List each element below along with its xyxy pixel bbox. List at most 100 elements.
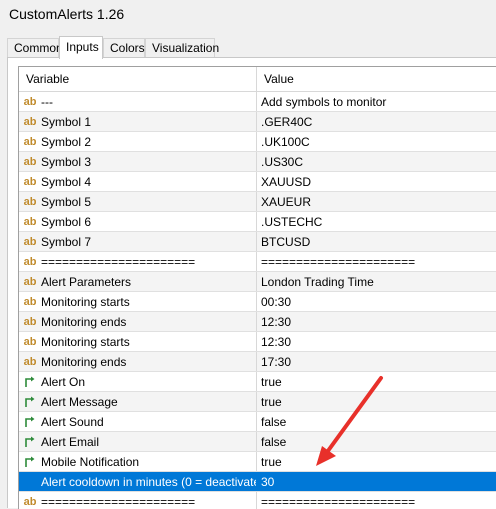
variable-cell[interactable]: ab Symbol 4 — [19, 172, 257, 191]
string-type-icon: ab — [23, 155, 37, 168]
variable-cell[interactable]: ab Monitoring ends — [19, 312, 257, 331]
variable-cell[interactable]: ab --- — [19, 92, 257, 111]
value-cell[interactable]: XAUUSD — [257, 172, 496, 191]
table-row[interactable]: ab Symbol 6 .USTECHC — [19, 212, 496, 232]
value-cell[interactable]: ====================== — [257, 252, 496, 271]
variable-cell[interactable]: ab ====================== — [19, 252, 257, 271]
variable-name: Symbol 5 — [41, 194, 92, 209]
value-cell[interactable]: true — [257, 372, 496, 391]
variable-cell[interactable]: ab Symbol 6 — [19, 212, 257, 231]
value-cell[interactable]: 12:30 — [257, 312, 496, 331]
tab-colors[interactable]: Colors — [103, 38, 145, 57]
string-type-icon: ab — [23, 315, 37, 328]
table-row[interactable]: Mobile Notification true — [19, 452, 496, 472]
variable-cell[interactable]: ab Symbol 3 — [19, 152, 257, 171]
variable-cell[interactable]: ab Symbol 2 — [19, 132, 257, 151]
string-type-icon: ab — [23, 235, 37, 248]
table-row[interactable]: Alert Sound false — [19, 412, 496, 432]
column-header-variable[interactable]: Variable — [19, 67, 257, 91]
variable-cell[interactable]: Mobile Notification — [19, 452, 257, 471]
inputs-grid: Variable Value ab --- Add symbols to monit… — [18, 66, 496, 509]
table-row[interactable]: ab Symbol 5 XAUEUR — [19, 192, 496, 212]
value-cell[interactable]: XAUEUR — [257, 192, 496, 211]
variable-name: Alert Message — [41, 394, 118, 409]
variable-cell[interactable]: ab Symbol 1 — [19, 112, 257, 131]
variable-cell[interactable]: ab Monitoring starts — [19, 292, 257, 311]
tab-inputs[interactable]: Inputs — [59, 36, 103, 59]
variable-cell[interactable]: Alert cooldown in minutes (0 = deactivat… — [19, 472, 257, 491]
table-row[interactable]: ab Alert Parameters London Trading Time — [19, 272, 496, 292]
variable-cell[interactable]: Alert Sound — [19, 412, 257, 431]
table-row[interactable]: ab Monitoring ends 12:30 — [19, 312, 496, 332]
table-row[interactable]: ab Symbol 3 .US30C — [19, 152, 496, 172]
variable-cell[interactable]: Alert On — [19, 372, 257, 391]
bool-type-icon — [21, 396, 39, 408]
value-cell[interactable]: 00:30 — [257, 292, 496, 311]
variable-name: Symbol 7 — [41, 234, 92, 249]
string-type-icon: ab — [23, 255, 37, 268]
variable-name: Monitoring starts — [41, 334, 130, 349]
bool-type-icon — [21, 376, 39, 388]
variable-name: Alert Email — [41, 434, 100, 449]
string-type-icon: ab — [23, 115, 37, 128]
table-row[interactable]: ab ====================== ================… — [19, 492, 496, 509]
variable-cell[interactable]: Alert Message — [19, 392, 257, 411]
value-cell[interactable]: 17:30 — [257, 352, 496, 371]
bool-type-icon — [21, 456, 39, 468]
variable-cell[interactable]: ab Symbol 5 — [19, 192, 257, 211]
table-row[interactable]: ab Symbol 2 .UK100C — [19, 132, 496, 152]
table-row[interactable]: ab Symbol 4 XAUUSD — [19, 172, 496, 192]
variable-name: Symbol 3 — [41, 154, 92, 169]
tab-visualization[interactable]: Visualization — [145, 38, 219, 57]
string-type-icon: ab — [23, 135, 37, 148]
variable-cell[interactable]: Alert Email — [19, 432, 257, 451]
table-row[interactable]: ab Monitoring starts 12:30 — [19, 332, 496, 352]
window-title: CustomAlerts 1.26 — [9, 6, 125, 22]
variable-cell[interactable]: ab ====================== — [19, 492, 257, 509]
value-cell[interactable]: 30 — [257, 472, 496, 491]
string-type-icon: ab — [23, 495, 37, 508]
table-row[interactable]: Alert Message true — [19, 392, 496, 412]
table-row[interactable]: Alert Email false — [19, 432, 496, 452]
variable-cell[interactable]: ab Monitoring starts — [19, 332, 257, 351]
table-row[interactable]: Alert On true — [19, 372, 496, 392]
value-cell[interactable]: ====================== — [257, 492, 496, 509]
inputs-panel: Variable Value ab --- Add symbols to monit… — [7, 57, 496, 509]
variable-name: Alert Sound — [41, 414, 104, 429]
string-type-icon: ab — [23, 175, 37, 188]
grid-rows: ab --- Add symbols to monitor ab Symbol 1 .GE… — [19, 92, 496, 509]
value-cell[interactable]: false — [257, 412, 496, 431]
variable-cell[interactable]: ab Alert Parameters — [19, 272, 257, 291]
variable-name: Symbol 6 — [41, 214, 92, 229]
table-row[interactable]: Alert cooldown in minutes (0 = deactivat… — [19, 472, 496, 492]
value-cell[interactable]: false — [257, 432, 496, 451]
variable-name: Symbol 1 — [41, 114, 92, 129]
value-cell[interactable]: 12:30 — [257, 332, 496, 351]
table-row[interactable]: ab --- Add symbols to monitor — [19, 92, 496, 112]
variable-cell[interactable]: ab Symbol 7 — [19, 232, 257, 251]
value-cell[interactable]: BTCUSD — [257, 232, 496, 251]
value-cell[interactable]: .UK100C — [257, 132, 496, 151]
column-header-value[interactable]: Value — [257, 67, 496, 91]
value-cell[interactable]: true — [257, 452, 496, 471]
value-cell[interactable]: Add symbols to monitor — [257, 92, 496, 111]
table-row[interactable]: ab Monitoring ends 17:30 — [19, 352, 496, 372]
value-cell[interactable]: London Trading Time — [257, 272, 496, 291]
value-cell[interactable]: true — [257, 392, 496, 411]
variable-name: Symbol 2 — [41, 134, 92, 149]
string-type-icon: ab — [23, 335, 37, 348]
table-row[interactable]: ab ====================== ================… — [19, 252, 496, 272]
variable-cell[interactable]: ab Monitoring ends — [19, 352, 257, 371]
table-row[interactable]: ab Symbol 1 .GER40C — [19, 112, 496, 132]
variable-name: Monitoring ends — [41, 354, 127, 369]
grid-header: Variable Value — [19, 67, 496, 92]
variable-name: Symbol 4 — [41, 174, 92, 189]
value-cell[interactable]: .USTECHC — [257, 212, 496, 231]
value-cell[interactable]: .US30C — [257, 152, 496, 171]
table-row[interactable]: ab Monitoring starts 00:30 — [19, 292, 496, 312]
variable-name: Monitoring starts — [41, 294, 130, 309]
table-row[interactable]: ab Symbol 7 BTCUSD — [19, 232, 496, 252]
value-cell[interactable]: .GER40C — [257, 112, 496, 131]
tab-common[interactable]: Common — [7, 38, 63, 57]
variable-name: ====================== — [41, 254, 196, 269]
